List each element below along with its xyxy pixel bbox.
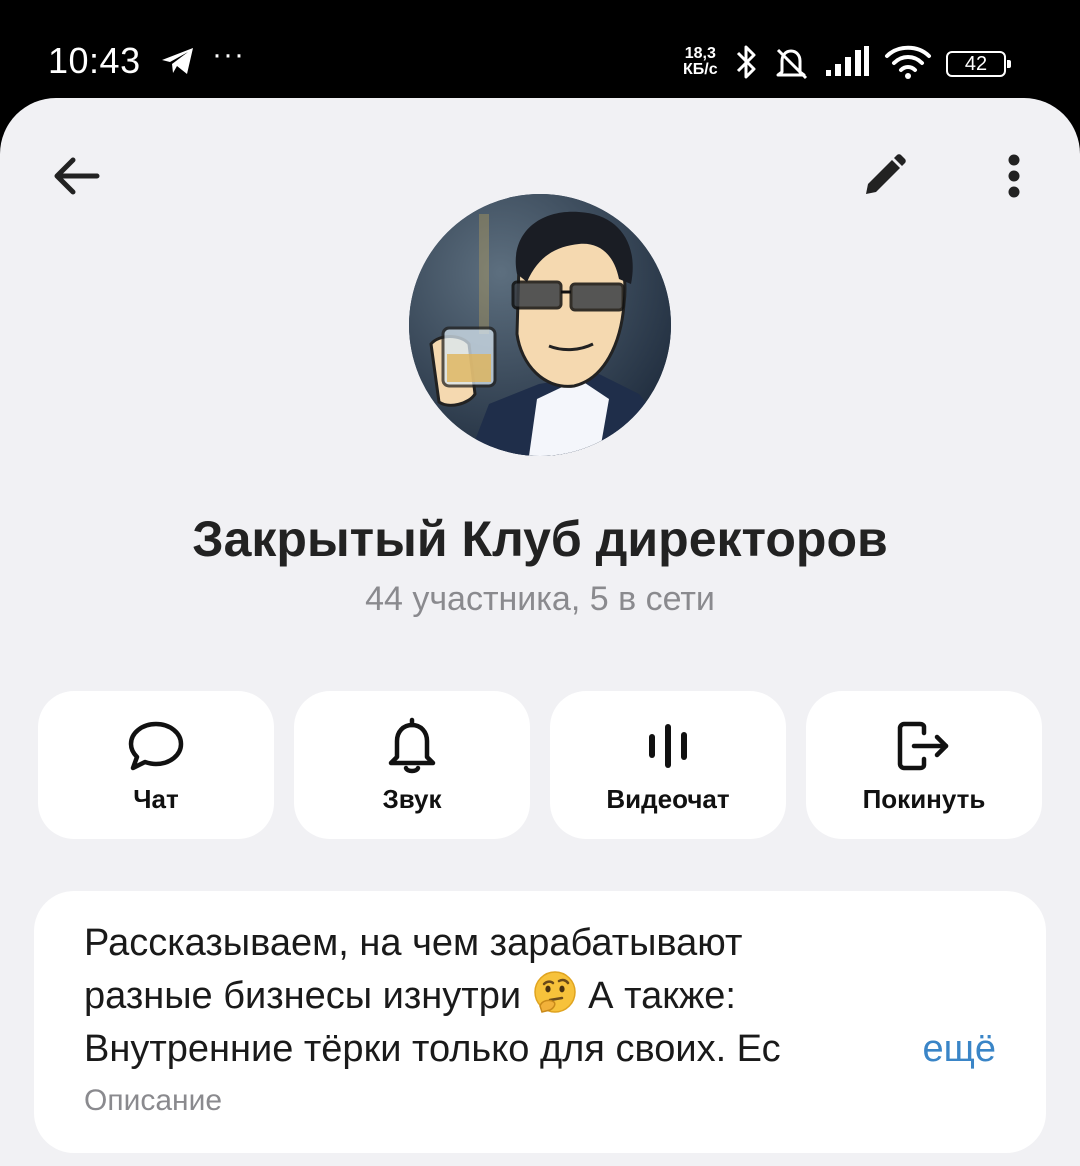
wifi-icon [885, 45, 931, 79]
videochat-button-label: Видеочат [606, 783, 730, 814]
more-vertical-icon [1008, 154, 1020, 198]
chat-button[interactable]: Чат [38, 691, 274, 839]
bell-icon [388, 717, 436, 773]
show-more-link[interactable]: ещё [842, 1023, 996, 1076]
action-buttons-row: Чат Звук Видеочат Покинуть [38, 691, 1042, 839]
group-info-sheet: Закрытый Клуб директоров 44 участника, 5… [0, 98, 1080, 1166]
signal-icon [826, 46, 869, 76]
battery-icon: 42 [946, 51, 1011, 77]
status-time: 10:43 [48, 40, 141, 81]
description-card[interactable]: Рассказываем, на чем зарабатывают разные… [34, 891, 1046, 1153]
bluetooth-icon [736, 45, 756, 79]
telegram-icon [162, 48, 193, 74]
bell-off-icon [776, 48, 808, 80]
leave-icon [897, 721, 949, 770]
back-button[interactable] [44, 144, 108, 208]
sound-button-label: Звук [382, 783, 442, 814]
description-label: Описание [84, 1084, 223, 1117]
group-members-status: 44 участника, 5 в сети [365, 580, 715, 618]
avatar-illustration [409, 194, 671, 456]
chat-button-label: Чат [133, 783, 179, 814]
description-text: Рассказываем, на чем зарабатывают разные… [84, 917, 996, 1076]
sound-button[interactable]: Звук [294, 691, 530, 839]
videochat-button[interactable]: Видеочат [550, 691, 786, 839]
status-bar: 10:43 ··· 18,3 КБ/с 42 [0, 0, 1080, 100]
more-notifications-icon: ··· [212, 38, 245, 71]
edit-button[interactable] [852, 144, 916, 208]
thinking-face-icon [533, 971, 576, 1013]
pencil-icon [866, 154, 906, 194]
group-avatar[interactable] [409, 194, 671, 456]
chat-bubble-icon [128, 721, 184, 770]
voice-wave-icon [649, 723, 687, 768]
more-button[interactable] [982, 144, 1046, 208]
group-title: Закрытый Клуб директоров [192, 511, 888, 567]
leave-button[interactable]: Покинуть [806, 691, 1042, 839]
leave-button-label: Покинуть [862, 783, 986, 814]
arrow-left-icon [54, 157, 100, 195]
network-speed: 18,3 КБ/с [683, 45, 718, 78]
